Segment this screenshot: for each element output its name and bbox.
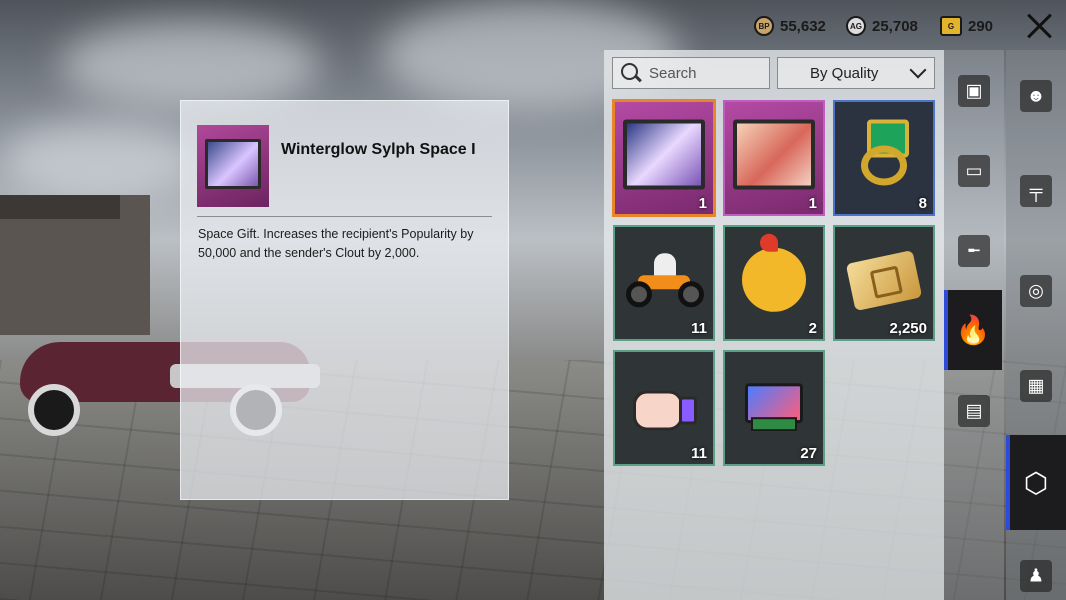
- royale-pass-crate-icon: [739, 377, 809, 433]
- item-quantity: 1: [698, 195, 707, 212]
- box-icon: ⬡: [1023, 467, 1049, 498]
- inventory-item[interactable]: 27: [723, 350, 825, 466]
- bp-value: 55,632: [780, 17, 826, 35]
- inventory-item[interactable]: 2,250: [833, 225, 935, 341]
- close-icon[interactable]: [1026, 12, 1054, 40]
- motorbike-sticker-icon: [624, 253, 704, 308]
- inventory-item[interactable]: 1: [613, 100, 715, 216]
- cloud: [0, 120, 200, 200]
- space-gift-film-icon: [623, 119, 705, 190]
- item-quantity: 11: [691, 320, 707, 337]
- weapon-icon[interactable]: ╾: [958, 235, 990, 267]
- inventory-item[interactable]: 2: [723, 225, 825, 341]
- supply-box-icon[interactable]: ▤: [958, 395, 990, 427]
- sort-label: By Quality: [810, 64, 879, 82]
- backpack-icon[interactable]: ▦: [1020, 370, 1052, 402]
- emerald-ring-icon: [853, 119, 915, 190]
- category-sidebar: ▣ ▭ ╾ 🔥 ▤ ☻ ╤ ◎ ▦ ⬡ ♟: [944, 50, 1066, 600]
- category-column: ☻ ╤ ◎ ▦ ⬡ ♟: [1006, 50, 1066, 600]
- gun-icon[interactable]: ╤: [1020, 175, 1052, 207]
- category-column: ▣ ▭ ╾ 🔥 ▤: [944, 50, 1004, 600]
- uc-currency: G 290: [940, 16, 993, 36]
- item-detail-thumbnail: [197, 125, 269, 207]
- item-detail-panel: Winterglow Sylph Space I Space Gift. Inc…: [180, 100, 509, 500]
- chicken-sticker-icon: [742, 233, 806, 312]
- uc-coin-icon: G: [940, 16, 962, 36]
- item-quantity: 2: [808, 320, 817, 337]
- flame-icon: 🔥: [955, 314, 991, 346]
- inventory-item[interactable]: 11: [613, 350, 715, 466]
- inventory-item[interactable]: 1: [723, 100, 825, 216]
- search-input[interactable]: Search: [612, 57, 770, 89]
- item-quantity: 2,250: [889, 320, 927, 337]
- avatar-icon[interactable]: ♟: [1020, 560, 1052, 592]
- item-detail-name: Winterglow Sylph Space I: [281, 141, 476, 158]
- search-icon: [619, 61, 643, 85]
- item-detail-description: Space Gift. Increases the recipient's Po…: [198, 227, 474, 260]
- inventory-item[interactable]: 11: [613, 225, 715, 341]
- ag-coin-icon: AG: [846, 16, 866, 36]
- character-icon[interactable]: ☻: [1020, 80, 1052, 112]
- sort-dropdown[interactable]: By Quality: [777, 57, 935, 89]
- home-coupon-icon: [845, 250, 923, 312]
- uc-value: 290: [968, 17, 994, 35]
- search-placeholder: Search: [649, 64, 697, 82]
- chevron-down-icon: [909, 61, 927, 79]
- inventory-item[interactable]: 8: [833, 100, 935, 216]
- crate-icon[interactable]: ▣: [958, 75, 990, 107]
- tab-inventory-box[interactable]: ⬡: [1006, 435, 1066, 530]
- ag-value: 25,708: [872, 17, 918, 35]
- item-quantity: 11: [691, 445, 707, 462]
- thumbs-up-icon: [629, 381, 699, 431]
- bp-coin-icon: BP: [754, 16, 774, 36]
- background-building: [0, 195, 150, 335]
- space-gift-film-icon: [733, 119, 815, 190]
- steering-wheel-icon[interactable]: ◎: [1020, 275, 1052, 307]
- ticket-icon[interactable]: ▭: [958, 155, 990, 187]
- cloud: [60, 20, 320, 110]
- space-gift-film-icon: [205, 139, 261, 189]
- inventory-panel: Search By Quality 1 1 8 11 2 2,250 11 27: [604, 50, 944, 600]
- divider: [197, 216, 492, 217]
- ag-currency: AG 25,708: [846, 16, 918, 36]
- item-quantity: 8: [918, 195, 927, 212]
- tab-consumables[interactable]: 🔥: [944, 290, 1002, 370]
- item-quantity: 27: [800, 445, 817, 462]
- bp-currency: BP 55,632: [754, 16, 826, 36]
- item-quantity: 1: [808, 195, 817, 212]
